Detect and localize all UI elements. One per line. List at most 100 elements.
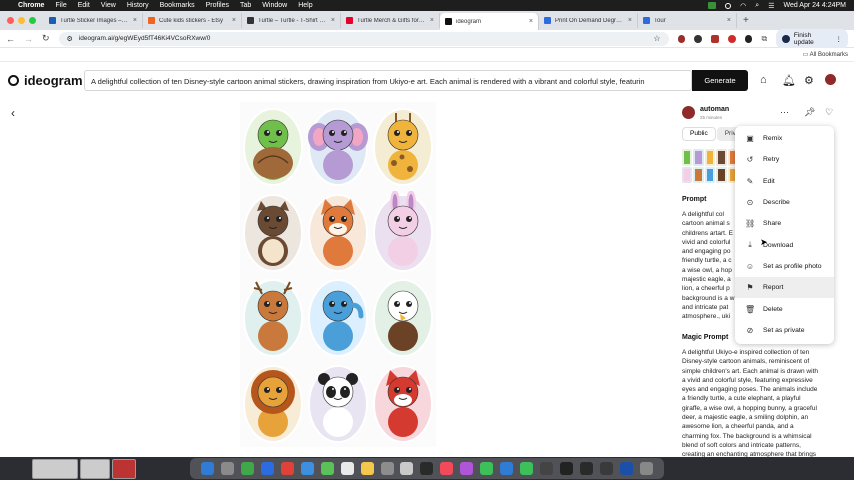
bookmark-star-icon[interactable]: ☆ [653,34,660,43]
thumbnail[interactable] [693,149,704,166]
menu-item-share[interactable]: ⛓ Share [735,213,834,234]
dock-app-icon[interactable] [560,462,574,475]
dock-app-icon[interactable] [619,462,633,475]
minimized-window-thumbnail[interactable] [80,459,110,479]
menu-edit[interactable]: Edit [78,2,90,9]
close-window-icon[interactable] [7,17,14,24]
dock-app-icon[interactable] [240,462,254,475]
close-tab-icon[interactable]: × [133,17,137,24]
close-tab-icon[interactable]: × [628,17,632,24]
ideogram-logo[interactable]: ideogram [8,73,83,88]
browser-tab[interactable]: Tour × [638,13,737,28]
menu-view[interactable]: View [101,2,116,9]
menu-help[interactable]: Help [298,2,312,9]
minimize-window-icon[interactable] [18,17,25,24]
pin-icon[interactable]: 📌︎ [804,107,815,118]
extension-icon[interactable] [694,34,703,43]
thumbnail[interactable] [693,166,704,183]
dock-app-icon[interactable] [340,462,354,475]
forward-arrow-icon[interactable]: → [24,34,33,44]
browser-tab[interactable]: Turtle Sticker Images – Brow × [44,13,143,28]
finish-update-button[interactable]: Finish update ⋮ [776,28,849,49]
dock-app-icon[interactable] [540,462,554,475]
menu-item-set-as-profile-photo[interactable]: ☺ Set as profile photo [735,256,834,277]
avatar[interactable] [825,74,836,85]
browser-tab[interactable]: Cute kids stickers - Etsy × [143,13,242,28]
wifi-icon[interactable]: ◠ [740,2,746,10]
thumbnail[interactable] [682,166,693,183]
address-bar[interactable]: ⚙ ideogram.ai/g/egWEyd5fT46Ki4VCsoRXww/0… [58,31,669,46]
extension-icon[interactable] [727,34,736,43]
dock-app-icon[interactable] [260,462,274,475]
menu-item-download[interactable]: ⤓ Download [735,234,834,255]
dock-app-icon[interactable] [639,462,653,475]
menu-bookmarks[interactable]: Bookmarks [160,2,195,9]
bell-icon[interactable]: 🔔︎ [782,74,796,87]
prompt-input[interactable]: A delightful collection of ten Disney-st… [84,70,692,91]
menu-window[interactable]: Window [262,2,287,9]
dock-app-icon[interactable] [280,462,294,475]
minimized-window-thumbnail[interactable] [32,459,78,479]
minimized-window-thumbnail[interactable] [112,459,136,479]
menu-item-describe[interactable]: ⊙ Describe [735,192,834,213]
user-name[interactable]: automan [700,106,729,113]
menu-item-report[interactable]: ⚑ Report [735,277,834,299]
dock-app-icon[interactable] [200,462,214,475]
dock-app-icon[interactable] [400,462,414,475]
back-arrow-icon[interactable]: ← [6,34,15,44]
dock-app-icon[interactable] [460,462,474,475]
browser-tab[interactable]: Turtle Merch & Gifts for Sale × [341,13,440,28]
menu-item-retry[interactable]: ↺ Retry [735,149,834,170]
url-text[interactable]: ideogram.ai/g/egWEyd5fT46Ki4VCsoRXww/0 [79,35,211,42]
dock-app-icon[interactable] [600,462,614,475]
dock-app-icon[interactable] [480,462,494,475]
thumbnail[interactable] [716,166,727,183]
all-bookmarks-button[interactable]: ▭ All Bookmarks [803,51,848,58]
search-icon[interactable]: ⌕ [755,2,759,10]
menu-profiles[interactable]: Profiles [206,2,229,9]
browser-tab[interactable]: Turtle – Turtle - T-Shirt | Tee × [242,13,341,28]
close-tab-icon[interactable]: × [232,17,236,24]
thumbnail[interactable] [716,149,727,166]
back-chevron-icon[interactable]: ‹ [11,106,15,120]
dock-app-icon[interactable] [220,462,234,475]
dock-app-icon[interactable] [360,462,374,475]
close-tab-icon[interactable]: × [727,17,731,24]
dock-app-icon[interactable] [300,462,314,475]
home-icon[interactable]: ⌂ [760,74,767,86]
status-circle-icon[interactable] [725,2,732,9]
browser-tab[interactable]: Print On Demand Degree (P × [539,13,638,28]
new-tab-icon[interactable]: + [737,15,749,26]
menu-item-edit[interactable]: ✎ Edit [735,171,834,192]
menu-tab[interactable]: Tab [240,2,251,9]
close-tab-icon[interactable]: × [331,17,335,24]
dock-app-icon[interactable] [320,462,334,475]
avatar[interactable] [682,106,695,119]
dock-app-icon[interactable] [440,462,454,475]
menu-item-remix[interactable]: ▣ Remix [735,128,834,149]
thumbnail[interactable] [704,149,716,166]
browser-tab[interactable]: ideogram × [440,13,539,30]
thumbnail[interactable] [682,149,693,166]
site-info-icon[interactable]: ⚙ [67,35,73,43]
menu-item-set-as-private[interactable]: ⊘ Set as private [735,320,834,341]
generated-image[interactable] [240,102,436,447]
dock-app-icon[interactable] [580,462,594,475]
menu-item-delete[interactable]: 🗑 Delete [735,298,834,319]
control-center-icon[interactable]: ☰ [768,2,774,10]
tab-public[interactable]: Public [682,127,716,141]
extension-icon[interactable] [711,34,719,43]
status-app-icon[interactable] [708,2,717,9]
close-tab-icon[interactable]: × [529,18,533,25]
menubar-clock[interactable]: Wed Apr 24 4:24PM [783,2,846,9]
extension-icon[interactable] [677,34,686,43]
zoom-window-icon[interactable] [29,17,36,24]
menu-file[interactable]: File [55,2,66,9]
menu-app-name[interactable]: Chrome [18,2,44,9]
more-options-icon[interactable]: ··· [780,107,789,117]
close-tab-icon[interactable]: × [430,17,434,24]
extensions-puzzle-icon[interactable]: ⧉ [761,34,767,44]
menu-history[interactable]: History [127,2,149,9]
extension-icon[interactable] [744,34,753,43]
generate-button[interactable]: Generate [692,70,748,91]
